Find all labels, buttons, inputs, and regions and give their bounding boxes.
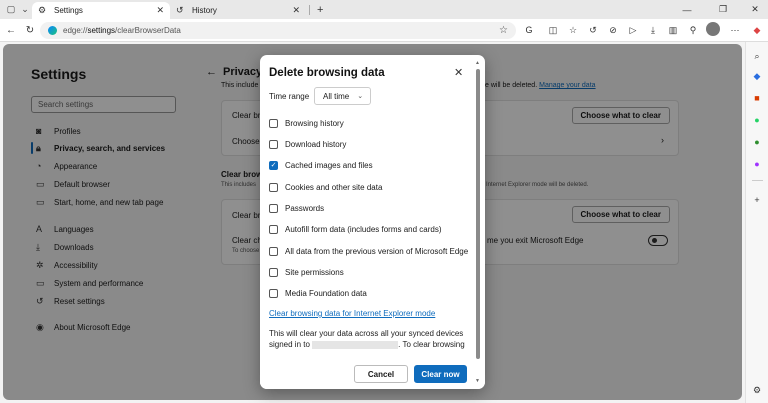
- tab-strip: ▢ ⌄ ⚙ Settings ✕ ↺ History ✕ +: [0, 0, 768, 19]
- option-media-foundation[interactable]: Media Foundation data: [269, 288, 367, 298]
- address-bar[interactable]: edge:// settings /clearBrowserData ☆: [40, 22, 516, 39]
- clear-now-button[interactable]: Clear now: [414, 365, 467, 383]
- history-icon[interactable]: ↺: [586, 23, 600, 37]
- checkbox[interactable]: [269, 203, 278, 213]
- option-label: Media Foundation data: [285, 288, 367, 298]
- gear-icon: ⚙: [38, 5, 47, 15]
- checkbox[interactable]: [269, 182, 278, 192]
- close-icon[interactable]: ✕: [454, 66, 463, 79]
- checkbox-checked[interactable]: ✓: [269, 160, 278, 170]
- checkbox[interactable]: [269, 288, 278, 298]
- add-icon[interactable]: +: [751, 194, 763, 206]
- messenger-icon[interactable]: ●: [751, 158, 763, 170]
- delete-browsing-data-dialog: Delete browsing data ✕ Time range All ti…: [260, 55, 485, 389]
- option-site-permissions[interactable]: Site permissions: [269, 267, 344, 277]
- games-icon[interactable]: ●: [751, 136, 763, 148]
- option-passwords[interactable]: Passwords: [269, 203, 324, 213]
- download-icon[interactable]: ⤓: [646, 23, 660, 37]
- checkbox[interactable]: [269, 267, 278, 277]
- tab-label: History: [192, 6, 217, 15]
- dialog-scrollbar[interactable]: [476, 69, 480, 359]
- url-path: /clearBrowserData: [115, 26, 181, 35]
- cancel-button[interactable]: Cancel: [354, 365, 408, 383]
- search-icon[interactable]: ⌕: [751, 50, 763, 62]
- option-download-history[interactable]: Download history: [269, 139, 346, 149]
- minimize-icon[interactable]: —: [676, 0, 698, 19]
- time-range-label: Time range: [269, 92, 310, 101]
- redacted-account: [312, 340, 399, 349]
- chevron-down-icon: ⌄: [357, 93, 364, 100]
- tab-label: Settings: [54, 6, 83, 15]
- option-autofill[interactable]: Autofill form data (includes forms and c…: [269, 224, 442, 234]
- dialog-footer: Cancel Clear now: [260, 357, 485, 389]
- close-icon[interactable]: ✕: [156, 5, 164, 16]
- tab-separator: [309, 4, 310, 15]
- option-label: All data from the previous version of Mi…: [285, 246, 469, 256]
- split-screen-icon[interactable]: ◫: [546, 23, 560, 37]
- option-label: Browsing history: [285, 118, 344, 128]
- clear-ie-mode-link[interactable]: Clear browsing data for Internet Explore…: [269, 309, 435, 318]
- refresh-icon[interactable]: ↻: [22, 22, 38, 38]
- sidebar-toggle-icon[interactable]: ▢: [4, 3, 18, 17]
- whatsapp-icon[interactable]: ●: [751, 114, 763, 126]
- option-previous-edge-data[interactable]: All data from the previous version of Mi…: [269, 246, 468, 256]
- sync-notice-line1: This will clear your data across all you…: [269, 329, 464, 338]
- tab-settings[interactable]: ⚙ Settings ✕: [32, 2, 170, 19]
- shopping-tag-icon[interactable]: ◆: [751, 70, 763, 82]
- tab-history[interactable]: ↺ History ✕: [170, 2, 306, 19]
- history-icon: ↺: [176, 5, 184, 15]
- collections-icon[interactable]: ▥: [666, 23, 680, 37]
- checkbox[interactable]: [269, 246, 278, 256]
- option-label: Site permissions: [285, 267, 344, 277]
- option-cached-images[interactable]: ✓ Cached images and files: [269, 160, 373, 170]
- option-label: Cookies and other site data: [285, 182, 383, 192]
- play-icon[interactable]: ▷: [626, 23, 640, 37]
- block-icon[interactable]: ⊘: [606, 23, 620, 37]
- sync-notice: This will clear your data across all you…: [269, 328, 465, 350]
- sidebar-divider: [752, 180, 763, 181]
- time-range-value: All time: [323, 91, 350, 101]
- url-scheme: edge://: [63, 26, 88, 35]
- option-label: Download history: [285, 139, 347, 149]
- option-label: Autofill form data (includes forms and c…: [285, 224, 442, 234]
- copilot-icon[interactable]: ◆: [751, 24, 763, 36]
- url-host: settings: [87, 26, 116, 35]
- back-arrow-icon[interactable]: ←: [3, 22, 19, 38]
- tab-actions-chevron-icon[interactable]: ⌄: [18, 3, 32, 17]
- favorite-star-icon[interactable]: ☆: [499, 25, 508, 36]
- restore-icon[interactable]: ❐: [712, 0, 734, 19]
- time-range-select[interactable]: All time ⌄: [314, 87, 371, 105]
- avatar[interactable]: [706, 22, 720, 36]
- checkbox[interactable]: [269, 224, 278, 234]
- option-browsing-history[interactable]: Browsing history: [269, 118, 344, 128]
- more-options-icon[interactable]: ⋯: [728, 23, 742, 37]
- option-cookies[interactable]: Cookies and other site data: [269, 182, 382, 192]
- office-icon[interactable]: ■: [751, 92, 763, 104]
- sync-notice-line2-end: . To clear browsing: [398, 340, 465, 349]
- copilot-icon[interactable]: G: [522, 23, 536, 37]
- checkbox[interactable]: [269, 139, 278, 149]
- sync-notice-line2: signed in to: [269, 340, 310, 349]
- checkbox[interactable]: [269, 118, 278, 128]
- scroll-up-arrow-icon[interactable]: ▲: [475, 60, 480, 66]
- favorites-icon[interactable]: ☆: [566, 23, 580, 37]
- new-tab-icon[interactable]: +: [317, 4, 323, 16]
- sidebar-settings-icon[interactable]: ⚙: [751, 384, 763, 396]
- edge-sidebar: ◆ ⌕ ◆ ■ ● ● ● + ⚙: [745, 25, 768, 403]
- edge-logo-icon: [48, 26, 57, 35]
- window-close-icon[interactable]: ✕: [744, 0, 766, 19]
- option-label: Cached images and files: [285, 160, 373, 170]
- option-label: Passwords: [285, 203, 325, 213]
- close-icon[interactable]: ✕: [292, 5, 300, 16]
- scroll-down-arrow-icon[interactable]: ▼: [475, 378, 480, 384]
- dialog-title: Delete browsing data: [269, 67, 385, 79]
- extensions-icon[interactable]: ⚲: [686, 23, 700, 37]
